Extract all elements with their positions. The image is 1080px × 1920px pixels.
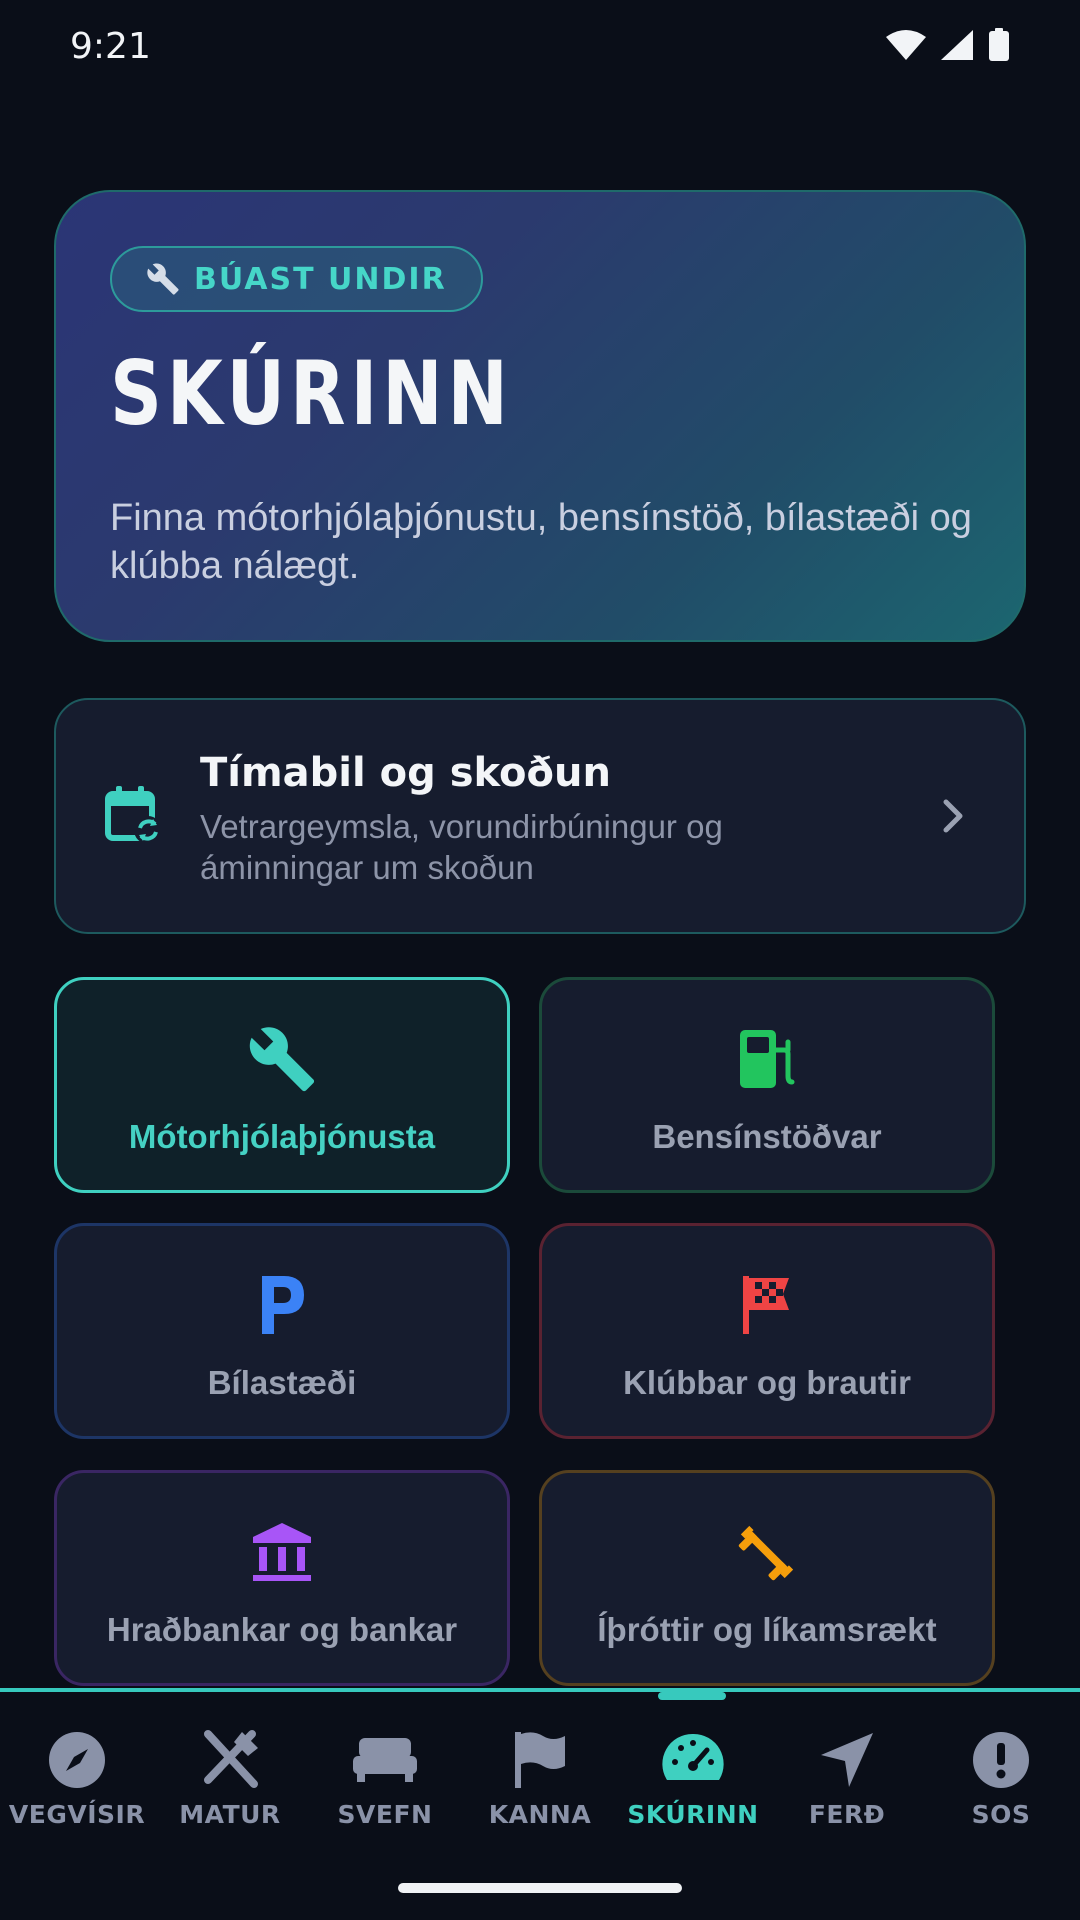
status-time: 9:21 xyxy=(70,26,151,67)
category-parking[interactable]: Bílastæði xyxy=(54,1223,510,1439)
nav-label: FERÐ xyxy=(808,1800,886,1829)
speedometer-icon xyxy=(662,1733,724,1780)
bed-icon xyxy=(353,1738,417,1782)
chevron-right-icon xyxy=(943,799,963,833)
season-inspection-card[interactable]: Tímabil og skoðun Vetrargeymsla, vorundi… xyxy=(54,698,1026,934)
nav-item-svefn[interactable]: SVEFN xyxy=(310,1728,460,1829)
nav-label: SOS xyxy=(971,1800,1031,1829)
season-subtitle: Vetrargeymsla, vorundirbúningur og áminn… xyxy=(200,808,723,886)
category-gas-stations[interactable]: Bensínstöðvar xyxy=(539,977,995,1193)
badge-label: BÚAST UNDIR xyxy=(194,261,447,297)
nav-item-vegvisir[interactable]: VEGVÍSIR xyxy=(2,1728,152,1829)
nav-label: SKÚRINN xyxy=(627,1800,759,1829)
battery-icon xyxy=(989,28,1009,61)
status-bar: 9:21 xyxy=(0,0,1080,92)
nav-item-skurinn[interactable]: SKÚRINN xyxy=(618,1728,768,1829)
tile-label: Hraðbankar og bankar xyxy=(106,1611,458,1648)
nav-label: SVEFN xyxy=(337,1800,433,1829)
wrench-icon xyxy=(249,1027,315,1092)
home-indicator[interactable] xyxy=(398,1883,682,1893)
wifi-icon xyxy=(886,30,926,60)
nav-item-kanna[interactable]: KANNA xyxy=(465,1728,615,1829)
alert-icon xyxy=(973,1732,1029,1788)
nav-label: VEGVÍSIR xyxy=(8,1800,146,1829)
status-badge: BÚAST UNDIR xyxy=(110,246,483,312)
signal-icon xyxy=(941,30,973,60)
dumbbell-icon xyxy=(738,1525,794,1581)
wrench-icon xyxy=(147,263,179,295)
nav-item-ferd[interactable]: FERÐ xyxy=(772,1728,922,1829)
bank-icon xyxy=(253,1523,311,1581)
calendar-sync-icon xyxy=(105,786,162,844)
tile-label: Klúbbar og brautir xyxy=(623,1364,911,1401)
page-title: SKÚRINN xyxy=(110,342,513,445)
tile-label: Bensínstöðvar xyxy=(652,1118,882,1155)
nav-label: MATUR xyxy=(179,1800,281,1829)
nav-item-sos[interactable]: SOS xyxy=(926,1728,1076,1829)
nav-item-matur[interactable]: MATUR xyxy=(155,1728,305,1829)
category-clubs-tracks[interactable]: Klúbbar og brautir xyxy=(539,1223,995,1439)
category-motorcycle-service[interactable]: Mótorhjólaþjónusta xyxy=(54,977,510,1193)
active-tab-indicator xyxy=(658,1692,726,1700)
hero-card: BÚAST UNDIR SKÚRINN Finna mótorhjólaþjón… xyxy=(54,190,1026,642)
tile-label: Bílastæði xyxy=(207,1364,357,1401)
flag-icon xyxy=(515,1732,565,1788)
checkered-flag-icon xyxy=(743,1276,789,1334)
nav-label: KANNA xyxy=(488,1800,592,1829)
category-sports-fitness[interactable]: Íþróttir og líkamsrækt xyxy=(539,1470,995,1686)
compass-icon xyxy=(49,1732,105,1788)
parking-icon xyxy=(262,1276,304,1334)
season-title: Tímabil og skoðun xyxy=(200,750,611,796)
nav-divider xyxy=(0,1688,1080,1692)
tile-label: Mótorhjólaþjónusta xyxy=(128,1118,436,1155)
tile-label: Íþróttir og líkamsrækt xyxy=(597,1611,937,1648)
navigation-icon xyxy=(821,1733,873,1787)
category-atms-banks[interactable]: Hraðbankar og bankar xyxy=(54,1470,510,1686)
fuel-pump-icon xyxy=(740,1030,795,1088)
utensils-icon xyxy=(204,1730,258,1788)
hero-description: Finna mótorhjólaþjónustu, bensínstöð, bí… xyxy=(110,497,972,587)
